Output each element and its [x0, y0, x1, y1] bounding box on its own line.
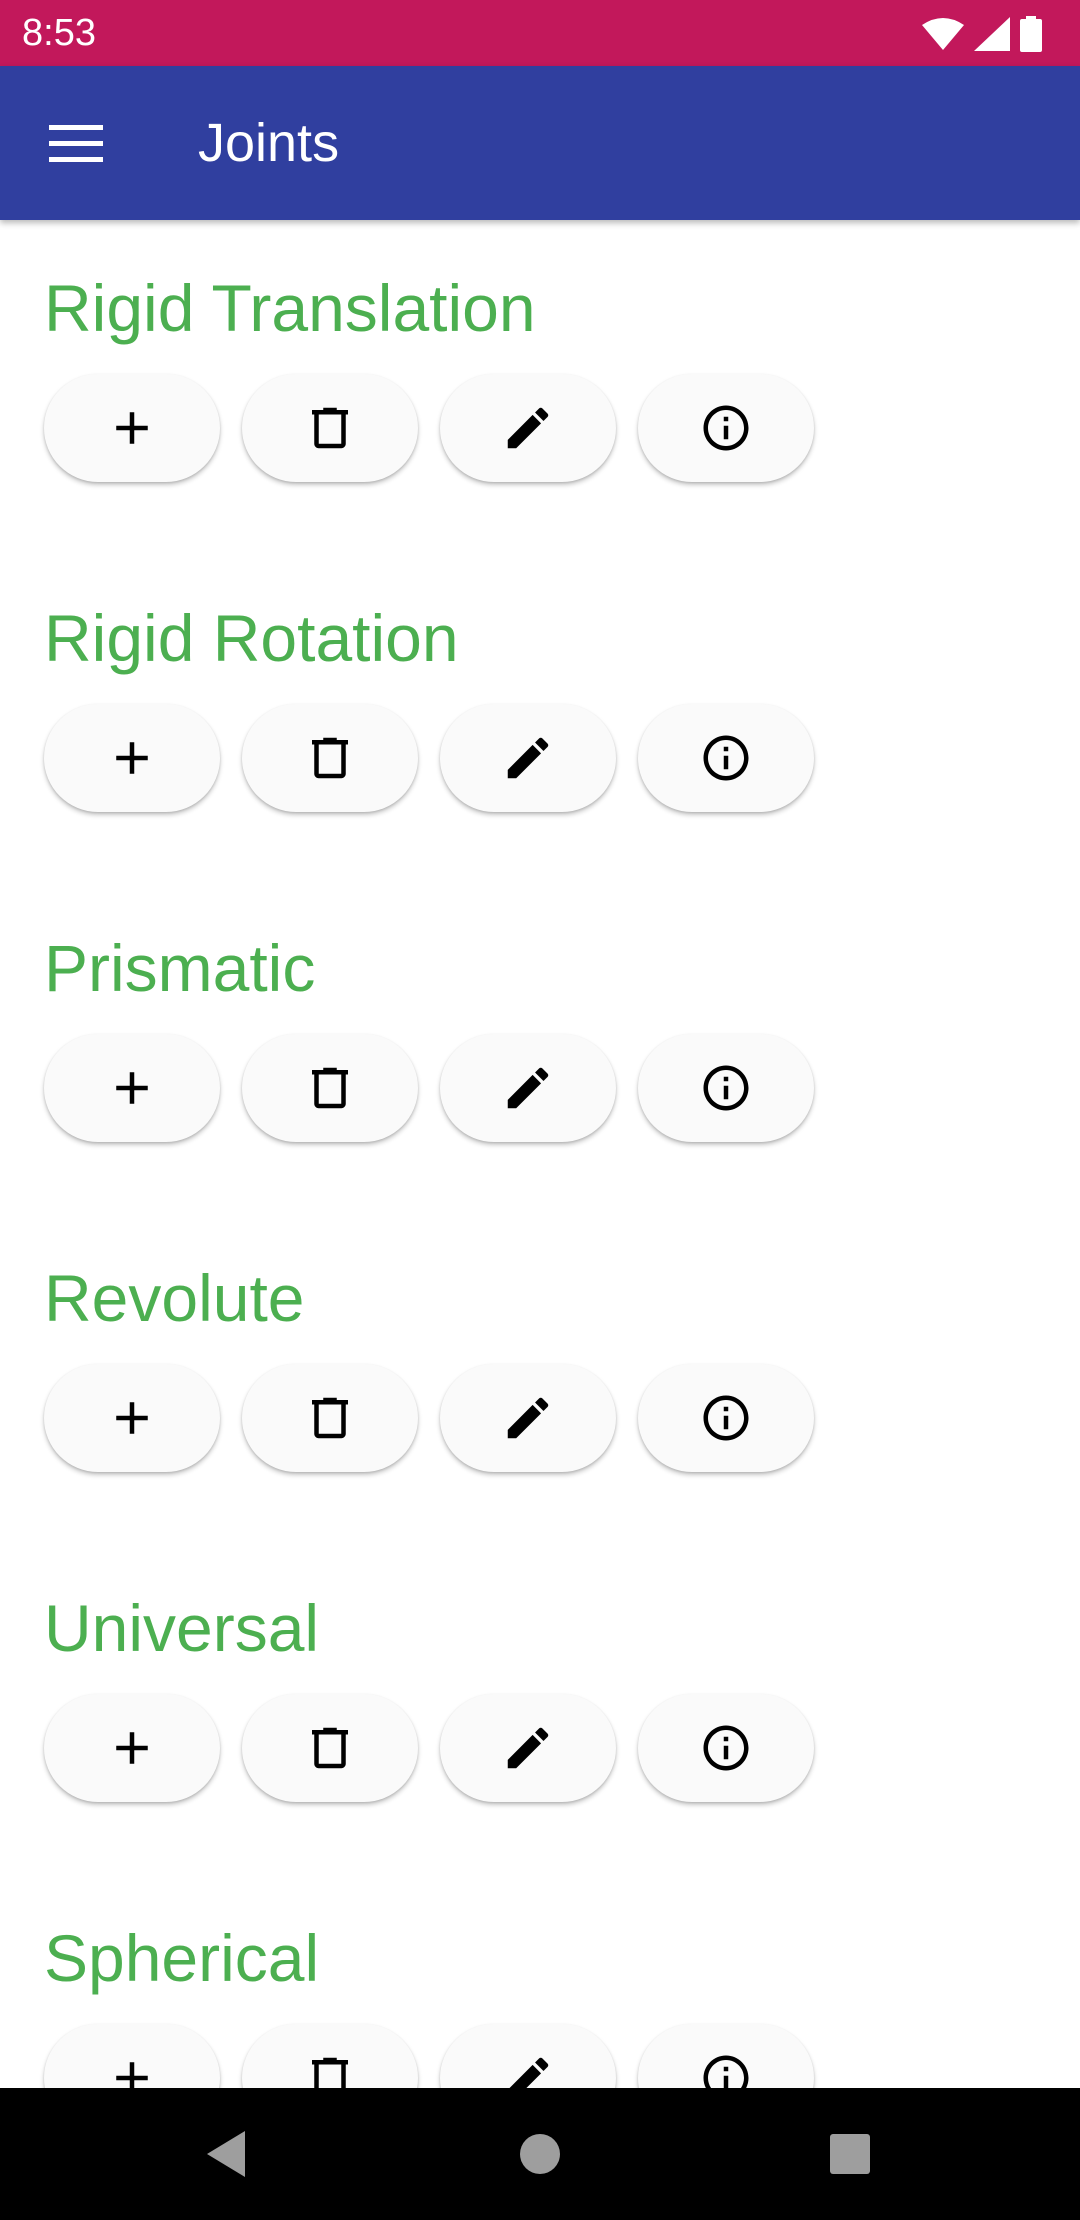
trash-icon — [312, 737, 348, 779]
pencil-icon — [507, 1067, 549, 1109]
delete-button[interactable] — [242, 1364, 418, 1472]
delete-button[interactable] — [242, 1034, 418, 1142]
plus-icon — [116, 1732, 148, 1764]
home-button[interactable] — [500, 2114, 580, 2194]
recents-button[interactable] — [810, 2114, 890, 2194]
pencil-icon — [509, 2057, 549, 2088]
add-button[interactable] — [44, 1034, 220, 1142]
info-button[interactable] — [638, 1694, 814, 1802]
info-icon — [703, 2055, 749, 2088]
section-revolute: Revolute — [0, 1210, 1080, 1540]
delete-button[interactable] — [242, 2024, 418, 2088]
info-button[interactable] — [638, 2024, 814, 2088]
section-title: Prismatic — [44, 931, 316, 1005]
info-button[interactable] — [638, 1034, 814, 1142]
edit-button[interactable] — [440, 2024, 616, 2088]
edit-button[interactable] — [440, 1034, 616, 1142]
pencil-icon — [507, 1397, 549, 1439]
add-button[interactable] — [44, 704, 220, 812]
menu-button[interactable] — [28, 106, 124, 182]
section-prismatic: Prismatic — [0, 880, 1080, 1210]
info-icon — [703, 735, 749, 781]
status-icons — [922, 16, 1042, 52]
hamburger-menu-icon — [49, 125, 103, 162]
edit-button[interactable] — [440, 1694, 616, 1802]
delete-button[interactable] — [242, 374, 418, 482]
edit-button[interactable] — [440, 1364, 616, 1472]
delete-button[interactable] — [242, 704, 418, 812]
info-button[interactable] — [638, 704, 814, 812]
back-triangle-icon — [207, 2131, 245, 2177]
battery-icon — [1020, 16, 1042, 52]
app-bar: Joints — [0, 66, 1080, 220]
system-nav-bar — [0, 2088, 1080, 2220]
info-icon — [703, 1395, 749, 1441]
back-button[interactable] — [186, 2114, 266, 2194]
info-button[interactable] — [638, 374, 814, 482]
info-icon — [703, 1725, 749, 1771]
joints-list[interactable]: Rigid Translation Rigid Rotation Prismat… — [0, 220, 1080, 2088]
info-icon — [703, 405, 749, 451]
wifi-icon — [922, 18, 964, 50]
add-button[interactable] — [44, 1364, 220, 1472]
plus-icon — [116, 1402, 148, 1434]
trash-icon — [312, 1727, 348, 1769]
delete-button[interactable] — [242, 1694, 418, 1802]
status-time: 8:53 — [22, 12, 96, 54]
section-title: Rigid Rotation — [44, 601, 459, 675]
section-universal: Universal — [0, 1540, 1080, 1870]
section-rigid-rotation: Rigid Rotation — [0, 550, 1080, 880]
add-button[interactable] — [44, 1694, 220, 1802]
recents-square-icon — [830, 2134, 870, 2174]
edit-button[interactable] — [440, 374, 616, 482]
section-title: Revolute — [44, 1261, 305, 1335]
section-title: Rigid Translation — [44, 271, 536, 345]
trash-icon — [312, 1067, 348, 1109]
plus-icon — [116, 2062, 148, 2088]
add-button[interactable] — [44, 2024, 220, 2088]
edit-button[interactable] — [440, 704, 616, 812]
page-title: Joints — [198, 113, 340, 173]
pencil-icon — [507, 737, 549, 779]
status-bar: 8:53 — [0, 0, 1080, 66]
signal-icon — [974, 17, 1010, 51]
section-spherical: Spherical — [0, 1870, 1080, 2088]
plus-icon — [116, 1072, 148, 1104]
info-button[interactable] — [638, 1364, 814, 1472]
trash-icon — [312, 1397, 348, 1439]
section-rigid-translation: Rigid Translation — [0, 220, 1080, 550]
trash-icon — [312, 2057, 348, 2088]
info-icon — [703, 1065, 749, 1111]
section-title: Universal — [44, 1591, 320, 1665]
home-circle-icon — [520, 2134, 560, 2174]
add-button[interactable] — [44, 374, 220, 482]
pencil-icon — [507, 1727, 549, 1769]
pencil-icon — [507, 407, 549, 449]
section-title: Spherical — [44, 1921, 320, 1995]
plus-icon — [116, 742, 148, 774]
plus-icon — [116, 412, 148, 444]
trash-icon — [312, 407, 348, 449]
